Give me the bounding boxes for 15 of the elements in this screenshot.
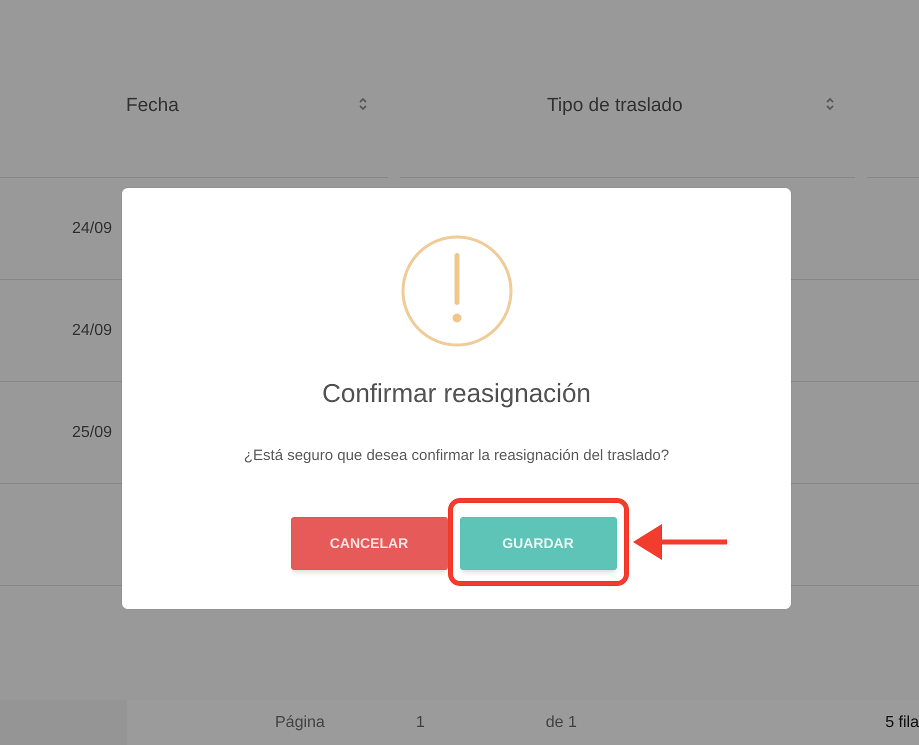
column-header[interactable]: Tipo de traslado	[547, 92, 825, 120]
column-header[interactable]: Fecha	[126, 92, 358, 120]
sort-icon[interactable]	[825, 96, 835, 112]
cancel-button[interactable]: CANCELAR	[290, 516, 448, 570]
table-cell-text: 24/09	[72, 218, 112, 238]
table-cell-text: 25/09	[72, 422, 112, 442]
page-label: Página	[275, 712, 325, 732]
warning-icon	[400, 235, 512, 347]
table-cell-text: 24/09	[72, 320, 112, 340]
rows-per-page[interactable]: 5 fila	[885, 710, 919, 734]
dialog-message: ¿Está seguro que desea confirmar la reasignación del traslado?	[244, 446, 670, 466]
page-number[interactable]: 1	[416, 710, 425, 734]
dialog-title: Confirmar reasignación	[322, 377, 591, 410]
page-total: de 1	[546, 712, 577, 732]
sort-icon[interactable]	[358, 96, 368, 112]
